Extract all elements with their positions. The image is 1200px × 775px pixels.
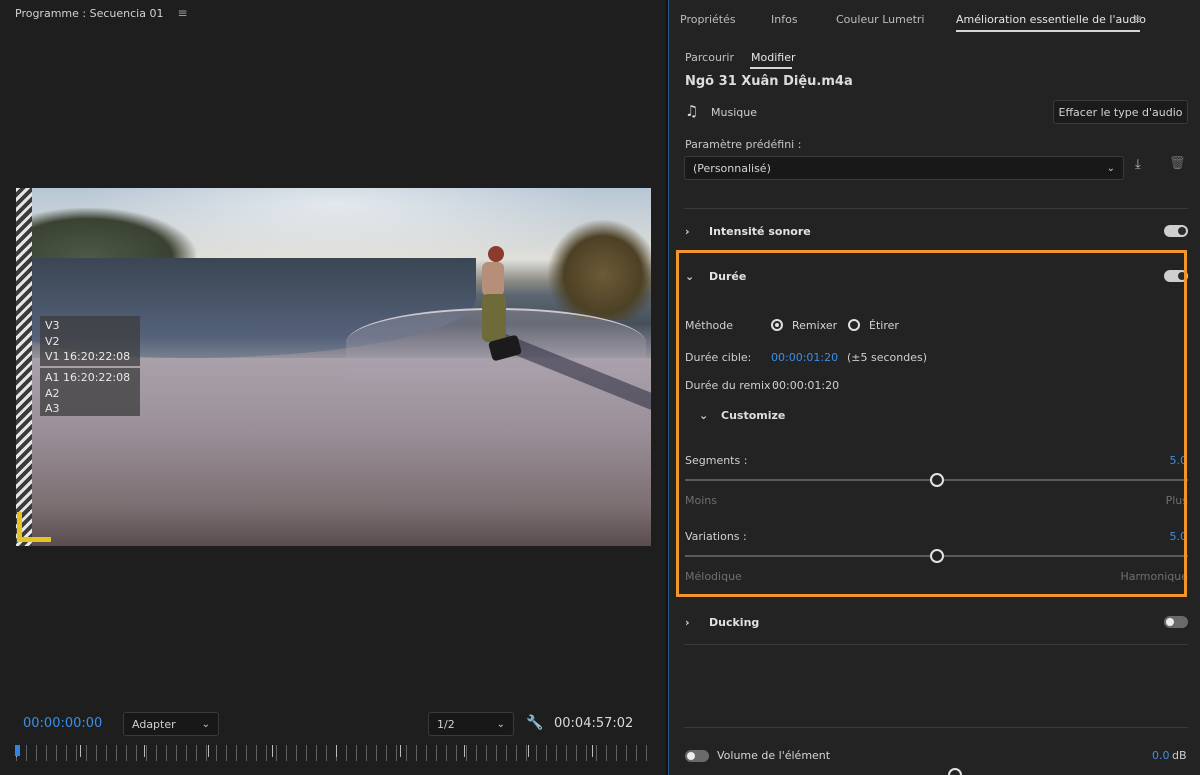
track-label: A1 16:20:22:08: [45, 371, 131, 384]
resolution-dropdown[interactable]: 1/2 ⌄: [428, 712, 514, 736]
panel-focus-border: [668, 0, 1200, 775]
monitor-header: Programme : Secuencia 01 ≡: [15, 6, 188, 20]
video-tracks-overlay: V3 V2 V1 16:20:22:08: [40, 316, 140, 366]
duration-timecode: 00:04:57:02: [554, 716, 634, 731]
in-point-marker: [17, 512, 51, 542]
fit-dropdown[interactable]: Adapter ⌄: [123, 712, 219, 736]
safe-margin-hatch: [16, 188, 32, 546]
track-label: V3: [45, 319, 60, 332]
audio-tracks-overlay: A1 16:20:22:08 A2 A3: [40, 368, 140, 416]
monitor-controls: 00:00:00:00 Adapter ⌄ 1/2 ⌄ 🔧 00:04:57:0…: [16, 712, 656, 736]
chevron-down-icon: ⌄: [496, 718, 505, 730]
track-label: A2: [45, 386, 60, 400]
video-frame[interactable]: [16, 188, 651, 546]
tree: [548, 220, 651, 320]
resolution-dropdown-value: 1/2: [437, 717, 455, 731]
wrench-icon[interactable]: 🔧: [526, 715, 544, 733]
program-monitor: Programme : Secuencia 01 ≡ V3 V2 V1 16:2…: [0, 0, 666, 775]
chevron-down-icon: ⌄: [201, 718, 210, 730]
skater: [468, 246, 523, 366]
hamburger-menu-icon[interactable]: ≡: [177, 6, 187, 20]
track-label: V2: [45, 334, 60, 348]
fit-dropdown-value: Adapter: [132, 717, 176, 731]
track-label: A3: [45, 402, 60, 415]
monitor-title: Programme : Secuencia 01: [15, 6, 164, 20]
current-timecode[interactable]: 00:00:00:00: [23, 716, 102, 731]
track-label: V1 16:20:22:08: [45, 350, 131, 363]
playhead[interactable]: [15, 745, 20, 756]
